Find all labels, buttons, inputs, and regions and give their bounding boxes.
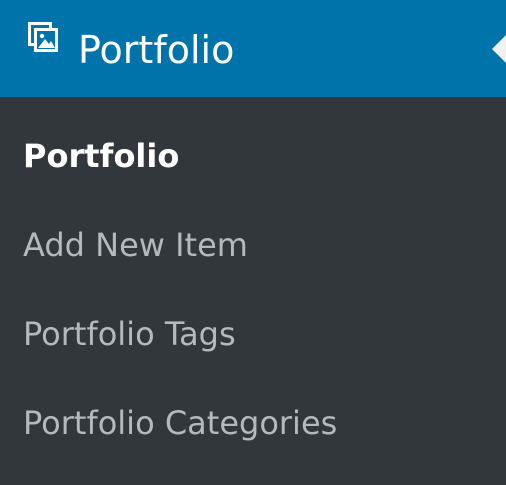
admin-sidebar-menu: Portfolio Portfolio Add New Item Portfol… <box>0 0 506 485</box>
portfolio-icon <box>28 22 58 52</box>
submenu-item-portfolio-categories[interactable]: Portfolio Categories <box>23 400 337 446</box>
submenu-item-portfolio[interactable]: Portfolio <box>23 133 179 179</box>
submenu-item-portfolio-tags[interactable]: Portfolio Tags <box>23 311 236 357</box>
menu-item-portfolio[interactable]: Portfolio <box>0 0 506 97</box>
submenu-item-add-new-item[interactable]: Add New Item <box>23 222 248 268</box>
current-menu-arrow-icon <box>492 35 506 63</box>
menu-title: Portfolio <box>78 28 235 72</box>
